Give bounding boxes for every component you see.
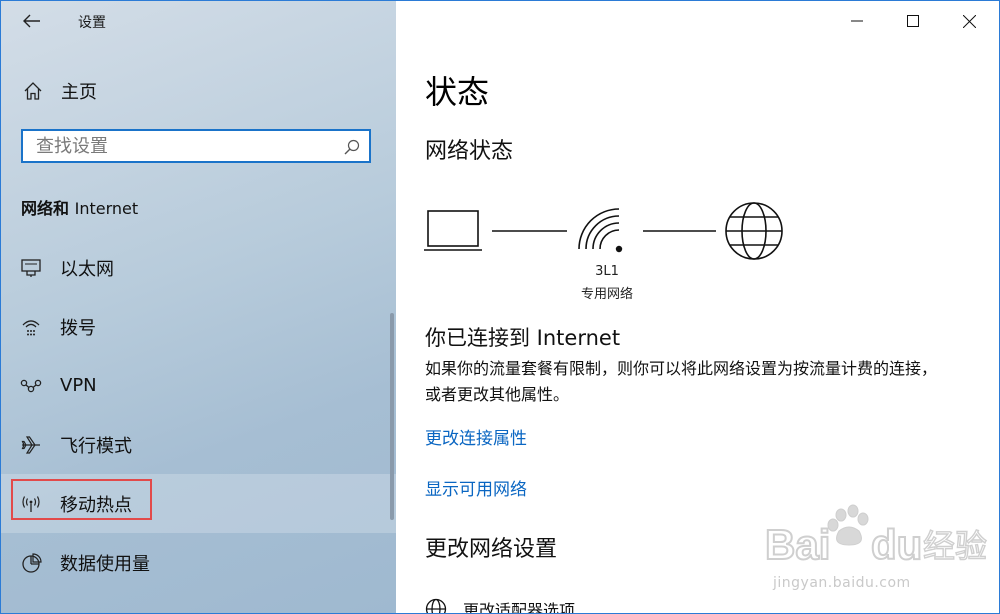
network-status-heading: 网络状态 xyxy=(425,139,514,164)
nav-home[interactable]: 主页 xyxy=(1,71,396,111)
sidebar-item-label: 以太网 xyxy=(60,258,114,280)
laptop-icon xyxy=(424,210,482,251)
search-input[interactable] xyxy=(23,131,336,161)
globe-small-icon xyxy=(425,598,447,613)
sidebar-item-ethernet[interactable]: 以太网 xyxy=(1,238,396,297)
page-title: 状态 xyxy=(425,73,490,111)
nav-home-label: 主页 xyxy=(61,82,97,103)
globe-icon xyxy=(725,202,783,260)
close-icon xyxy=(962,14,976,28)
sidebar: 设置 主页 网络和 Internet xyxy=(1,1,396,613)
network-type: 专用网络 xyxy=(580,287,633,302)
wifi-icon xyxy=(578,208,623,253)
section-title: 网络和 Internet xyxy=(21,195,138,219)
watermark-url: jingyan.baidu.com xyxy=(773,575,911,591)
minimize-icon xyxy=(851,20,863,22)
hotspot-icon xyxy=(19,492,43,516)
search-box xyxy=(21,129,371,163)
section-title-cn: 网络和 xyxy=(21,199,70,218)
title-bar: 设置 xyxy=(1,1,396,41)
sidebar-item-label: 拨号 xyxy=(60,317,96,339)
sidebar-item-airplane[interactable]: 飞行模式 xyxy=(1,415,396,474)
sidebar-item-data-usage[interactable]: 数据使用量 xyxy=(1,533,396,592)
home-icon xyxy=(22,80,44,102)
dialup-icon xyxy=(19,315,43,339)
change-network-settings-heading: 更改网络设置 xyxy=(425,537,558,562)
adapter-options-label: 更改适配器选项 xyxy=(463,601,576,614)
sidebar-item-vpn[interactable]: VPN xyxy=(1,356,396,415)
change-connection-properties-link[interactable]: 更改连接属性 xyxy=(425,424,527,449)
data-usage-icon xyxy=(19,551,43,575)
ethernet-icon xyxy=(19,256,43,280)
sidebar-item-label: 数据使用量 xyxy=(60,553,150,575)
maximize-button[interactable] xyxy=(890,1,936,41)
connected-description: 如果你的流量套餐有限制，则你可以将此网络设置为按流量计费的连接，或者更改其他属性… xyxy=(425,359,938,404)
section-title-en: Internet xyxy=(74,199,139,218)
close-button[interactable] xyxy=(946,1,992,41)
settings-window: 设置 主页 网络和 Internet xyxy=(0,0,1000,614)
sidebar-item-dialup[interactable]: 拨号 xyxy=(1,297,396,356)
maximize-icon xyxy=(907,15,919,27)
adapter-options-item[interactable]: 更改适配器选项 xyxy=(425,598,576,614)
minimize-button[interactable] xyxy=(834,1,880,41)
sidebar-item-label: 飞行模式 xyxy=(60,435,132,457)
network-name: 3L1 xyxy=(595,264,619,279)
main-content: 状态 网络状态 3L1 专用网络 你已连接到 Internet 如果你的流量套餐… xyxy=(396,1,999,613)
show-available-networks-link[interactable]: 显示可用网络 xyxy=(425,475,527,500)
sidebar-scrollbar[interactable] xyxy=(390,313,394,520)
sidebar-item-label: VPN xyxy=(60,375,97,396)
airplane-icon xyxy=(19,433,43,457)
sidebar-item-hotspot[interactable]: 移动热点 xyxy=(1,474,396,533)
app-title: 设置 xyxy=(78,15,106,31)
back-arrow-icon xyxy=(23,14,40,28)
nav-list: 以太网 拨号 VPN 飞行模式 移动热点 数据使用量 xyxy=(1,238,396,592)
sidebar-item-label: 移动热点 xyxy=(60,494,132,516)
vpn-icon xyxy=(19,374,43,398)
back-button[interactable] xyxy=(15,7,49,35)
connected-title: 你已连接到 Internet xyxy=(425,326,621,350)
search-icon[interactable] xyxy=(344,139,360,155)
